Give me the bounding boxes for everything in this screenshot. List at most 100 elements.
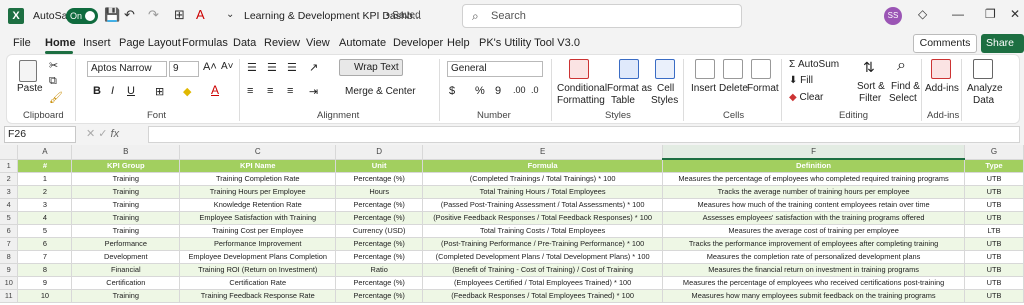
tab-view[interactable]: View [306, 37, 330, 49]
close-icon[interactable]: ✕ [1010, 7, 1020, 21]
row-header[interactable]: 2 [0, 172, 19, 186]
table-cell[interactable]: (Benefit of Training - Cost of Training)… [422, 263, 664, 277]
minimize-icon[interactable]: — [952, 7, 964, 21]
row-header[interactable]: 6 [0, 224, 19, 238]
align-left-icon[interactable]: ≡ [247, 85, 253, 97]
format-painter-icon[interactable]: 🖌 [49, 91, 63, 104]
tab-automate[interactable]: Automate [339, 37, 386, 49]
font-size-select[interactable]: 9 [169, 61, 199, 77]
format-cells-button[interactable]: Format [747, 83, 779, 94]
table-cell[interactable]: (Positive Feedback Responses / Total Fee… [422, 211, 664, 225]
table-cell[interactable]: 4 [17, 211, 73, 225]
table-cell[interactable]: Percentage (%) [335, 211, 424, 225]
tab-data[interactable]: Data [233, 37, 256, 49]
table-cell[interactable]: Tracks the average number of training ho… [662, 185, 966, 199]
column-header[interactable]: F [662, 145, 966, 160]
column-header[interactable]: A [17, 145, 73, 160]
wrap-text-button[interactable]: Wrap Text [339, 59, 403, 76]
header-cell[interactable]: Definition [662, 159, 966, 173]
paste-icon[interactable] [19, 60, 37, 82]
tab-file[interactable]: File [13, 37, 31, 49]
font-color-icon[interactable]: A [211, 83, 219, 97]
tab-pk-utility[interactable]: PK's Utility Tool V3.0 [479, 37, 580, 49]
tab-review[interactable]: Review [264, 37, 300, 49]
header-cell[interactable]: Formula [422, 159, 664, 173]
percent-icon[interactable]: % [475, 85, 485, 97]
avatar[interactable]: SS [884, 7, 902, 25]
table-cell[interactable]: UTB [964, 211, 1024, 225]
table-cell[interactable]: Measures how many employees submit feedb… [662, 289, 966, 303]
autosave-toggle[interactable]: On [66, 8, 98, 24]
insert-cells-button[interactable]: Insert [691, 83, 716, 94]
table-cell[interactable]: Training Feedback Response Rate [179, 289, 337, 303]
table-cell[interactable]: 6 [17, 237, 73, 251]
align-bottom-icon[interactable]: ☰ [287, 61, 297, 74]
table-cell[interactable]: Performance Improvement [179, 237, 337, 251]
table-cell[interactable]: UTB [964, 250, 1024, 264]
table-cell[interactable]: 2 [17, 185, 73, 199]
find-select-label[interactable]: Find & [891, 81, 920, 92]
table-cell[interactable]: Training [71, 172, 181, 186]
borders-icon[interactable]: ⊞ [174, 7, 185, 23]
tab-formulas[interactable]: Formulas [182, 37, 228, 49]
table-cell[interactable]: Assesses employees' satisfaction with th… [662, 211, 966, 225]
table-cell[interactable]: UTB [964, 276, 1024, 290]
table-cell[interactable]: Employee Development Plans Completion [179, 250, 337, 264]
row-header[interactable]: 5 [0, 211, 19, 225]
table-cell[interactable]: Measures the average cost of training pe… [662, 224, 966, 238]
cut-icon[interactable]: ✂ [49, 59, 58, 72]
table-cell[interactable]: UTB [964, 185, 1024, 199]
redo-icon[interactable]: ↷ [148, 7, 159, 23]
table-cell[interactable]: 8 [17, 263, 73, 277]
align-top-icon[interactable]: ☰ [247, 61, 257, 74]
table-cell[interactable]: Tracks the performance improvement of em… [662, 237, 966, 251]
copy-icon[interactable]: ⧉ [49, 75, 57, 88]
table-cell[interactable]: Measures the percentage of employees who… [662, 172, 966, 186]
table-cell[interactable]: Training Completion Rate [179, 172, 337, 186]
align-middle-icon[interactable]: ☰ [267, 61, 277, 74]
table-cell[interactable]: Percentage (%) [335, 172, 424, 186]
analyze-data-label[interactable]: Analyze [967, 83, 1003, 94]
underline-icon[interactable]: U [127, 85, 135, 97]
column-header[interactable]: D [335, 145, 424, 160]
save-icon[interactable]: 💾 [104, 7, 120, 23]
row-header[interactable]: 9 [0, 263, 19, 277]
worksheet-grid[interactable]: A B C D E F G 1 # KPI Group KPI Name Uni… [0, 145, 1024, 305]
table-cell[interactable]: UTB [964, 172, 1024, 186]
row-header[interactable]: 4 [0, 198, 19, 212]
tab-page-layout[interactable]: Page Layout [119, 37, 181, 49]
table-cell[interactable]: Financial [71, 263, 181, 277]
table-cell[interactable]: Training [71, 224, 181, 238]
table-cell[interactable]: Hours [335, 185, 424, 199]
format-table-label[interactable]: Format as [607, 83, 652, 94]
paste-button[interactable]: Paste [17, 83, 43, 94]
table-cell[interactable]: UTB [964, 237, 1024, 251]
row-header[interactable]: 7 [0, 237, 19, 251]
table-cell[interactable]: Performance [71, 237, 181, 251]
table-cell[interactable]: LTB [964, 224, 1024, 238]
header-cell[interactable]: KPI Group [71, 159, 181, 173]
table-cell[interactable]: Percentage (%) [335, 198, 424, 212]
header-cell[interactable]: Type [964, 159, 1024, 173]
indent-icon[interactable]: ⇥ [309, 85, 318, 98]
align-center-icon[interactable]: ≡ [267, 85, 273, 97]
table-cell[interactable]: Training [71, 289, 181, 303]
table-cell[interactable]: Training ROI (Return on Investment) [179, 263, 337, 277]
autosum-button[interactable]: Σ AutoSum [789, 59, 839, 70]
table-cell[interactable]: Training Cost per Employee [179, 224, 337, 238]
decrease-decimal-icon[interactable]: .0 [531, 85, 539, 95]
font-name-select[interactable]: Aptos Narrow [87, 61, 167, 77]
table-cell[interactable]: Training Hours per Employee [179, 185, 337, 199]
tab-developer[interactable]: Developer [393, 37, 443, 49]
table-cell[interactable]: Training [71, 185, 181, 199]
conditional-formatting-label-2[interactable]: Formatting [557, 95, 605, 106]
bold-icon[interactable]: B [93, 85, 101, 97]
row-header[interactable]: 11 [0, 289, 19, 303]
table-cell[interactable]: Training [71, 198, 181, 212]
italic-icon[interactable]: I [111, 85, 114, 97]
saved-status[interactable]: • Saved [386, 10, 421, 21]
name-box[interactable]: F26 [4, 126, 76, 143]
table-cell[interactable]: Knowledge Retention Rate [179, 198, 337, 212]
merge-center-button[interactable]: Merge & Center [345, 86, 416, 97]
diamond-icon[interactable]: ◇ [918, 7, 927, 21]
